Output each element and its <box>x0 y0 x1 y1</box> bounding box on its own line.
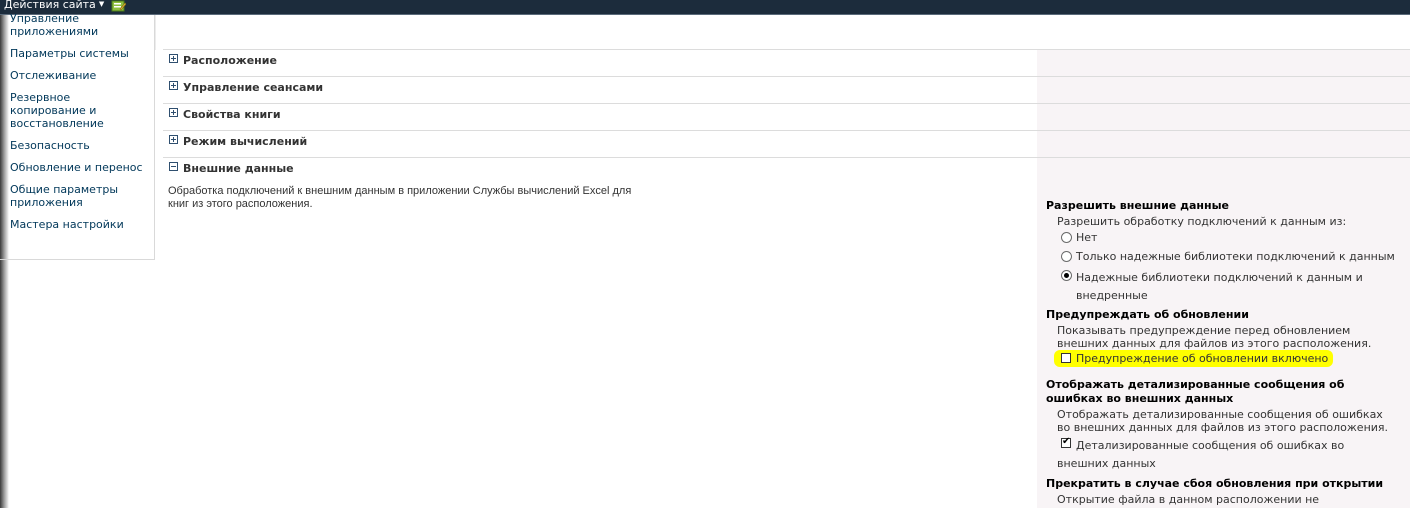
section-title: Внешние данные <box>183 162 294 175</box>
section-title: Режим вычислений <box>183 135 308 148</box>
ql-item-applications[interactable]: Управление приложениями <box>10 12 150 38</box>
collapse-icon[interactable] <box>169 162 178 171</box>
section-title: Свойства книги <box>183 108 281 121</box>
section-title: Расположение <box>183 54 277 67</box>
detailed-errors-checkbox-label: Детализированные сообщения об ошибках во… <box>1057 439 1345 470</box>
ql-item-config-wizards[interactable]: Мастера настройки <box>10 218 150 231</box>
section-workbook-properties[interactable]: Свойства книги <box>169 108 281 122</box>
ql-item-backup[interactable]: Резервное копирование и восстановление <box>10 91 120 130</box>
radio-trusted-and-embedded-label-line: Надежные библиотеки подключений к данным… <box>1076 269 1376 305</box>
warn-on-refresh-checkbox-label: Предупреждение об обновлении включено <box>1076 352 1329 365</box>
section-divider <box>163 103 1410 104</box>
radio-none-label: Нет <box>1076 231 1098 244</box>
ql-item-system-settings[interactable]: Параметры системы <box>10 47 150 60</box>
section-title: Управление сеансами <box>183 81 324 94</box>
option-text: Надежные библиотеки подключений к данным… <box>1076 271 1363 302</box>
warn-on-refresh-description: Показывать предупреждение перед обновлен… <box>1057 324 1372 350</box>
stop-on-refresh-failure-description: Открытие файла в данном расположении не <box>1057 493 1320 506</box>
warn-on-refresh-title: Предупреждать об обновлении <box>1046 308 1249 321</box>
expand-icon[interactable] <box>169 81 178 90</box>
ql-item-upgrade[interactable]: Обновление и перенос <box>10 161 152 174</box>
allow-external-data-title: Разрешить внешние данные <box>1046 199 1229 212</box>
detailed-errors-title: Отображать детализированные сообщения об… <box>1046 378 1345 405</box>
radio-trusted-libraries-only-label: Только надежные библиотеки подключений к… <box>1076 250 1395 263</box>
edit-page-icon[interactable] <box>111 0 126 12</box>
warn-on-refresh-checkbox[interactable] <box>1061 353 1071 363</box>
allow-external-data-subtitle: Разрешить обработку подключений к данным… <box>1057 215 1347 228</box>
top-navigation-bar: Действия сайта ▼ <box>0 0 1410 15</box>
expand-icon[interactable] <box>169 135 178 144</box>
section-divider <box>163 157 1410 158</box>
radio-trusted-libraries-only[interactable] <box>1061 251 1072 262</box>
section-location[interactable]: Расположение <box>169 54 277 68</box>
site-actions-label: Действия сайта <box>4 0 96 11</box>
radio-none[interactable] <box>1061 232 1072 243</box>
detailed-errors-description: Отображать детализированные сообщения об… <box>1057 408 1389 434</box>
ql-item-general-settings[interactable]: Общие параметры приложения <box>10 183 122 209</box>
section-session-management[interactable]: Управление сеансами <box>169 81 323 95</box>
section-divider <box>163 76 1410 77</box>
quick-launch-nav: Управление приложениями Параметры систем… <box>0 12 155 260</box>
dropdown-arrow-icon: ▼ <box>98 0 105 8</box>
expand-icon[interactable] <box>169 108 178 117</box>
section-calculation-mode[interactable]: Режим вычислений <box>169 135 307 149</box>
ql-item-security[interactable]: Безопасность <box>10 139 150 152</box>
section-external-data[interactable]: Внешние данные <box>169 162 294 176</box>
section-divider <box>163 130 1410 131</box>
section-divider <box>163 49 1410 50</box>
stop-on-refresh-failure-title: Прекратить в случае сбоя обновления при … <box>1046 477 1384 490</box>
content-divider <box>155 15 156 50</box>
ql-item-monitoring[interactable]: Отслеживание <box>10 69 150 82</box>
external-data-description: Обработка подключений к внешним данным в… <box>168 185 632 210</box>
expand-icon[interactable] <box>169 54 178 63</box>
site-actions-menu[interactable]: Действия сайта ▼ <box>4 0 104 11</box>
radio-trusted-and-embedded[interactable] <box>1061 270 1072 281</box>
